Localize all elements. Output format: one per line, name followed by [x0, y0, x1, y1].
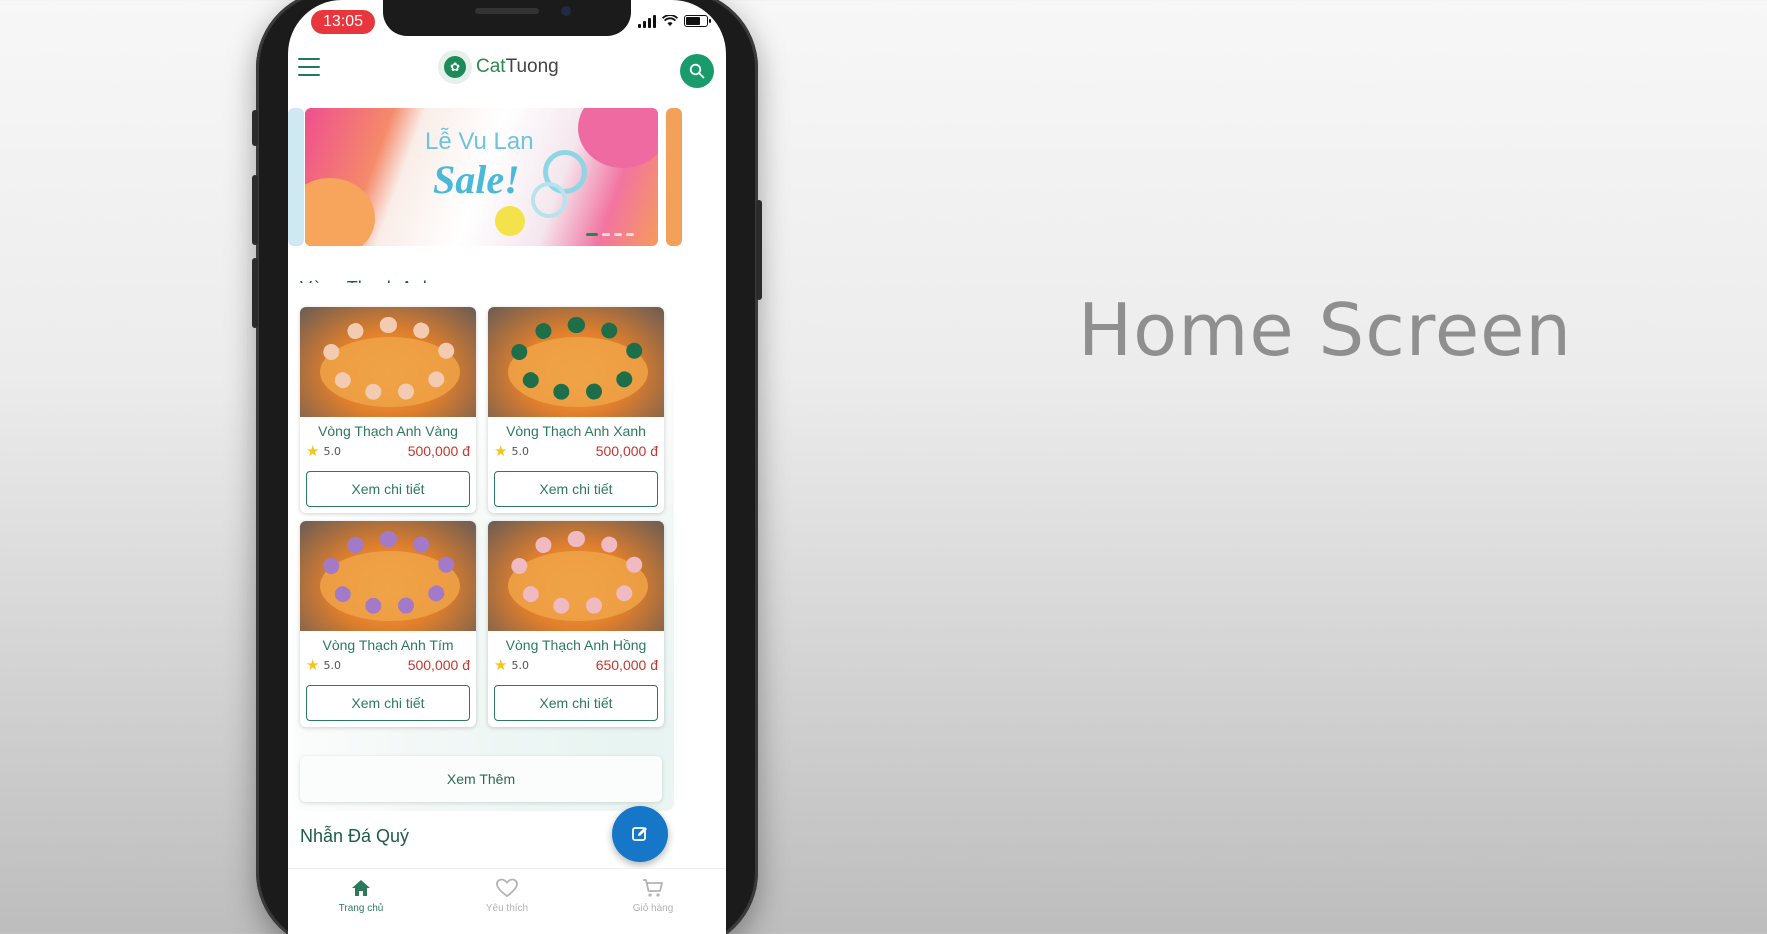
nav-home-label: Trang chủ: [338, 903, 384, 914]
product-card[interactable]: Vòng Thạch Anh Vàng ★ 5.0 500,000 đ Xem c…: [300, 307, 476, 513]
sun-shape: [495, 206, 525, 236]
search-button[interactable]: [680, 54, 714, 88]
product-name: Vòng Thạch Anh Vàng: [318, 423, 458, 439]
nav-cart-label: Giỏ hàng: [632, 903, 674, 914]
status-time: 13:05: [311, 10, 375, 34]
notch: [383, 0, 631, 36]
logo-text-cat: Cat: [476, 56, 506, 77]
product-name: Vòng Thạch Anh Xanh: [506, 423, 646, 439]
product-card[interactable]: Vòng Thạch Anh Hồng ★ 5.0 650,000 đ Xem c…: [488, 521, 664, 727]
product-image: [300, 307, 476, 417]
star-icon: ★: [494, 655, 508, 674]
view-detail-button[interactable]: Xem chi tiết: [494, 471, 658, 507]
star-icon: ★: [494, 441, 508, 460]
phone-frame: 13:05 ✿ CatTuong Lễ Vu Lan Sale! Vòng Th…: [252, 0, 762, 934]
mute-switch: [252, 110, 258, 146]
view-detail-button[interactable]: Xem chi tiết: [306, 471, 470, 507]
bottom-navigation: Trang chủ Yêu thích Giỏ hàng: [288, 868, 726, 934]
bangle-image-small: [531, 182, 567, 218]
product-image: [488, 521, 664, 631]
banner-line2: Sale!: [433, 157, 520, 202]
product-price: 500,000 đ: [595, 443, 658, 459]
nav-favorites-label: Yêu thích: [485, 903, 529, 914]
product-card[interactable]: Vòng Thạch Anh Xanh ★ 5.0 500,000 đ Xem c…: [488, 307, 664, 513]
battery-icon: [684, 15, 711, 27]
banner-prev-peek: [288, 108, 304, 246]
search-icon: [689, 63, 705, 79]
banner-line1: Lễ Vu Lan: [425, 128, 534, 155]
power-button: [756, 200, 762, 300]
product-rating: 5.0: [323, 658, 341, 672]
product-price: 500,000 đ: [407, 443, 470, 459]
product-price: 650,000 đ: [595, 657, 658, 673]
star-icon: ★: [306, 441, 320, 460]
banner-next-peek: [666, 108, 682, 246]
app-screen: 13:05 ✿ CatTuong Lễ Vu Lan Sale! Vòng Th…: [288, 0, 726, 934]
signal-icon: [638, 14, 656, 28]
hamburger-menu-icon[interactable]: [298, 58, 320, 76]
volume-up-button: [252, 175, 258, 245]
wifi-icon: [662, 15, 678, 26]
status-icons: [638, 14, 711, 28]
star-icon: ★: [306, 655, 320, 674]
edit-icon: [632, 827, 647, 841]
compose-fab[interactable]: [612, 806, 668, 862]
home-icon: [352, 880, 370, 896]
product-image: [300, 521, 476, 631]
nav-home[interactable]: Trang chủ: [316, 877, 406, 934]
view-detail-button[interactable]: Xem chi tiết: [494, 685, 658, 721]
product-card[interactable]: Vòng Thạch Anh Tím ★ 5.0 500,000 đ Xem ch…: [300, 521, 476, 727]
see-more-button[interactable]: Xem Thêm: [300, 756, 662, 802]
nav-favorites[interactable]: Yêu thích: [462, 877, 552, 934]
cart-icon: [643, 879, 663, 897]
view-detail-button[interactable]: Xem chi tiết: [306, 685, 470, 721]
carousel-dots[interactable]: [586, 233, 634, 236]
heart-icon: [496, 878, 518, 898]
clover-icon: ✿: [438, 50, 472, 84]
product-name: Vòng Thạch Anh Hồng: [505, 637, 647, 653]
app-header: ✿ CatTuong: [288, 44, 726, 100]
product-rating: 5.0: [323, 444, 341, 458]
section-title-gem-rings: Nhẫn Đá Quý: [300, 826, 410, 846]
product-rating: 5.0: [511, 658, 529, 672]
product-image: [488, 307, 664, 417]
volume-down-button: [252, 258, 258, 328]
app-logo: ✿ CatTuong: [438, 50, 559, 84]
promo-banner[interactable]: Lễ Vu Lan Sale!: [305, 108, 658, 246]
product-name: Vòng Thạch Anh Tím: [322, 637, 454, 653]
nav-cart[interactable]: Giỏ hàng: [608, 877, 698, 934]
logo-text-tuong: Tuong: [505, 56, 559, 77]
product-rating: 5.0: [511, 444, 529, 458]
product-price: 500,000 đ: [407, 657, 470, 673]
page-caption: Home Screen: [1078, 288, 1573, 372]
